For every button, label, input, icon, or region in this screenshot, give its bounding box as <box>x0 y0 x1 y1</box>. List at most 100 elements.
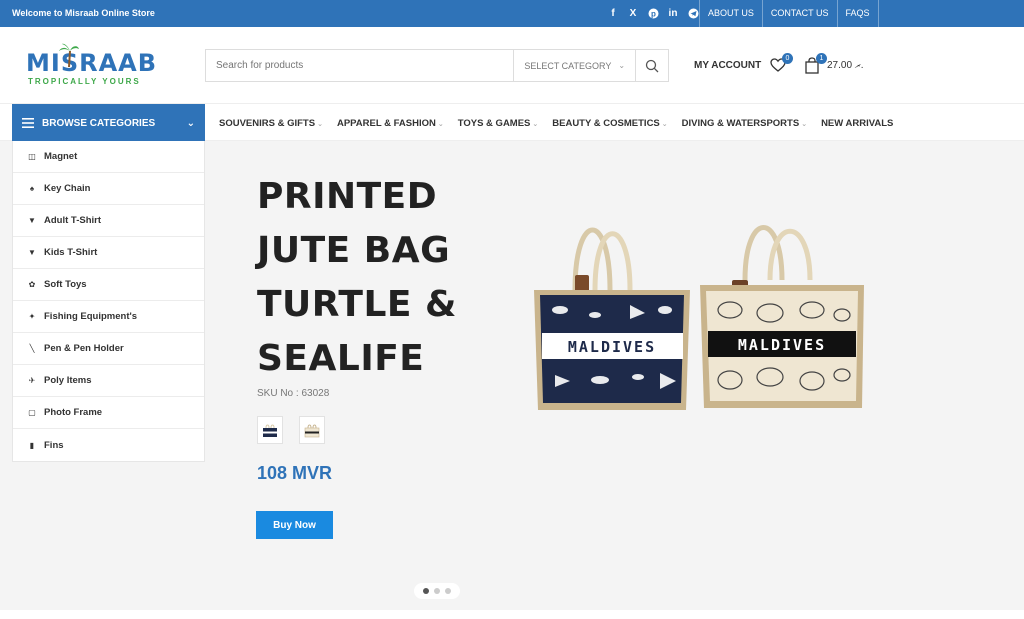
navy-jute-bag: MALDIVES <box>534 227 690 410</box>
tshirt-icon: ▼ <box>28 248 36 257</box>
category-item-photo-frame[interactable]: ▢ Photo Frame <box>13 397 204 429</box>
wishlist-count-badge: 0 <box>782 53 793 64</box>
nav-label: SOUVENIRS & GIFTS <box>219 117 316 129</box>
navigation-row: BROWSE CATEGORIES ⌄ SOUVENIRS & GIFTS ⌄ A… <box>0 103 1024 142</box>
slider-dot[interactable] <box>423 588 429 594</box>
top-bar: Welcome to Misraab Online Store f X p in… <box>0 0 1024 27</box>
faqs-link[interactable]: FAQS <box>836 0 879 27</box>
cart-count-badge: 1 <box>816 53 827 64</box>
chevron-down-icon: ⌄ <box>317 120 323 128</box>
chevron-down-icon: ⌄ <box>618 61 626 70</box>
menu-icon <box>22 118 34 128</box>
poly-icon: ✈ <box>28 376 36 385</box>
chevron-down-icon: ⌄ <box>801 120 808 128</box>
category-item-fins[interactable]: ▮ Fins <box>13 429 204 461</box>
nav-label: NEW ARRIVALS <box>821 117 894 129</box>
category-label: Magnet <box>44 151 78 162</box>
hero-title-line: SEALIFE <box>257 338 425 379</box>
product-sku: SKU No : 63028 <box>257 388 330 399</box>
search-button[interactable] <box>635 50 668 81</box>
hero-title-line: TURTLE & <box>257 284 457 325</box>
category-label: Key Chain <box>44 183 91 194</box>
cart-total[interactable]: 27.00 ރ. <box>827 60 864 71</box>
hero-title: PRINTED JUTE BAG TURTLE & SEALIFE <box>257 170 497 386</box>
slider-dot[interactable] <box>445 588 451 594</box>
linkedin-icon[interactable]: in <box>667 6 679 20</box>
category-item-kids-tshirt[interactable]: ▼ Kids T-Shirt <box>13 237 204 269</box>
slider-dot[interactable] <box>434 588 440 594</box>
search-icon <box>645 59 659 72</box>
photo-frame-icon: ▢ <box>28 408 36 417</box>
browse-categories-label: BROWSE CATEGORIES <box>42 117 156 129</box>
category-label: Adult T-Shirt <box>44 215 101 226</box>
product-price: 108 MVR <box>257 463 333 483</box>
buy-now-button[interactable]: Buy Now <box>256 511 333 539</box>
category-label: Soft Toys <box>44 279 87 290</box>
category-item-poly-items[interactable]: ✈ Poly Items <box>13 365 204 397</box>
product-thumbnails <box>257 416 325 444</box>
chevron-down-icon: ⌄ <box>532 120 539 128</box>
welcome-text: Welcome to Misraab Online Store <box>12 8 155 18</box>
social-links: f X p in <box>607 6 699 20</box>
hero-title-line: JUTE BAG <box>257 230 451 271</box>
wishlist-button[interactable]: 0 <box>770 53 793 75</box>
nav-beauty-cosmetics[interactable]: BEAUTY & COSMETICS ⌄ <box>545 118 674 129</box>
thumbnail-navy-bag[interactable] <box>257 416 283 444</box>
search-input[interactable] <box>206 50 514 81</box>
my-account-link[interactable]: MY ACCOUNT <box>694 60 761 71</box>
nav-label: APPAREL & FASHION <box>336 117 436 129</box>
magnet-icon: ◫ <box>28 152 36 161</box>
category-label: Kids T-Shirt <box>44 247 98 258</box>
pinterest-icon[interactable]: p <box>647 6 659 20</box>
top-links: ABOUT US CONTACT US FAQS <box>699 0 879 27</box>
nav-toys-games[interactable]: TOYS & GAMES ⌄ <box>451 118 546 129</box>
nav-souvenirs-gifts[interactable]: SOUVENIRS & GIFTS ⌄ <box>212 118 330 129</box>
telegram-icon[interactable] <box>687 6 699 20</box>
main-nav: SOUVENIRS & GIFTS ⌄ APPAREL & FASHION ⌄ TO… <box>212 104 900 142</box>
search-bar: SELECT CATEGORY ⌄ <box>205 49 669 82</box>
slider-pagination <box>414 583 460 599</box>
nav-label: TOYS & GAMES <box>457 117 531 129</box>
category-label: Poly Items <box>44 375 92 386</box>
fishing-icon: ✦ <box>28 312 36 321</box>
product-image: MALDIVES MALDIVES <box>534 225 864 410</box>
cart-button[interactable]: 1 <box>804 53 827 75</box>
category-label: Fishing Equipment's <box>44 311 138 322</box>
browse-categories-button[interactable]: BROWSE CATEGORIES ⌄ <box>12 104 205 142</box>
nav-label: DIVING & WATERSPORTS <box>681 117 800 129</box>
facebook-icon[interactable]: f <box>607 6 619 20</box>
nav-new-arrivals[interactable]: NEW ARRIVALS <box>814 118 900 129</box>
hero-title-line: PRINTED <box>257 176 438 217</box>
bag-print-text: MALDIVES <box>568 338 656 356</box>
keychain-icon: ♠ <box>29 184 35 193</box>
chevron-down-icon: ⌄ <box>661 120 668 128</box>
category-item-key-chain[interactable]: ♠ Key Chain <box>13 173 204 205</box>
category-select[interactable]: SELECT CATEGORY ⌄ <box>513 50 635 81</box>
bag-print-text: MALDIVES <box>738 336 826 354</box>
about-us-link[interactable]: ABOUT US <box>699 0 762 27</box>
pen-icon: ╲ <box>29 344 35 353</box>
category-item-fishing-equipment[interactable]: ✦ Fishing Equipment's <box>13 301 204 333</box>
thumbnail-cream-bag[interactable] <box>299 416 325 444</box>
palm-tree-icon <box>58 43 80 72</box>
contact-us-link[interactable]: CONTACT US <box>761 0 837 27</box>
category-item-soft-toys[interactable]: ✿ Soft Toys <box>13 269 204 301</box>
category-label: Photo Frame <box>44 407 103 418</box>
chevron-down-icon: ⌄ <box>437 120 444 128</box>
fins-icon: ▮ <box>29 440 35 450</box>
category-item-adult-tshirt[interactable]: ▼ Adult T-Shirt <box>13 205 204 237</box>
category-label: Fins <box>44 439 64 451</box>
nav-diving-watersports[interactable]: DIVING & WATERSPORTS ⌄ <box>675 118 814 129</box>
category-item-magnet[interactable]: ◫ Magnet <box>13 141 204 173</box>
category-select-label: SELECT CATEGORY <box>524 60 612 71</box>
svg-text:p: p <box>651 9 656 18</box>
nav-label: BEAUTY & COSMETICS <box>552 117 660 129</box>
soft-toy-icon: ✿ <box>28 280 36 289</box>
nav-apparel-fashion[interactable]: APPAREL & FASHION ⌄ <box>330 118 451 129</box>
category-item-pen-holder[interactable]: ╲ Pen & Pen Holder <box>13 333 204 365</box>
site-logo[interactable]: MISRAAB TROPICALLY YOURS <box>24 43 184 91</box>
logo-tagline: TROPICALLY YOURS <box>28 77 141 86</box>
logo-wordmark: MISRAAB <box>26 49 158 77</box>
x-icon[interactable]: X <box>627 6 639 20</box>
tshirt-icon: ▼ <box>28 216 36 225</box>
